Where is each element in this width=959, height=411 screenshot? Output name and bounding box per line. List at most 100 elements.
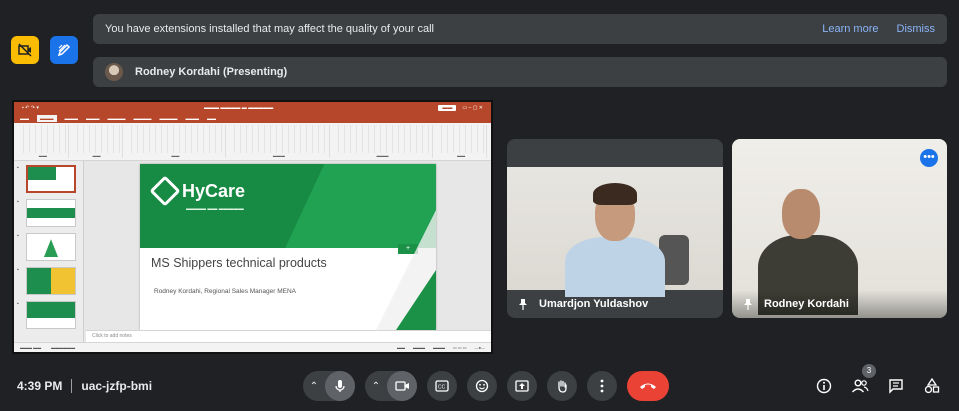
notes-pane[interactable]: Click to add notes: [86, 330, 491, 342]
learn-more-link[interactable]: Learn more: [822, 23, 878, 35]
participant-name: Rodney Kordahi: [764, 298, 849, 310]
participant-video: [507, 167, 723, 297]
quick-access-icons: ▪ ↶ ↷ ▾: [22, 105, 39, 111]
ribbon-tab: ▬▬▬▬: [159, 116, 178, 121]
meeting-info: 4:39 PM uac-jzfp-bmi: [17, 379, 152, 393]
microphone-button[interactable]: [325, 371, 355, 401]
svg-text:CC: CC: [438, 385, 446, 391]
powerpoint-titlebar: ▪ ↶ ↷ ▾ ▬▬▬ ▬▬▬▬ ▬ ▬▬▬▬▬ ▬▬ ▭ – ▢ ✕: [14, 102, 491, 114]
present-button[interactable]: [507, 371, 537, 401]
slide-thumbnail[interactable]: [26, 301, 76, 329]
meeting-time: 4:39 PM: [17, 379, 63, 393]
powerpoint-statusbar: ▬▬▬ ▬▬ ▬▬▬▬▬▬ ▬▬ ▬▬▬ ▬▬▬ ▭ ▭ ▭ —●—: [14, 342, 491, 352]
slide-thumbnail[interactable]: [26, 165, 76, 193]
current-slide[interactable]: HyCare ▬▬▬▬ ▬▬ ▬▬▬▬▬ + MS Shippers techn…: [140, 164, 436, 330]
ribbon-group: ▬▬▬: [332, 125, 434, 158]
ribbon-tab: ▬▬▬▬: [107, 116, 126, 121]
extension-warning-banner: You have extensions installed that may a…: [93, 14, 947, 44]
info-icon: [816, 378, 832, 394]
status-text-blur: ▬▬▬ ▬▬: [20, 345, 42, 350]
ribbon-group: ▬▬: [436, 125, 488, 158]
camera-options-chevron-up-icon[interactable]: ⌃: [365, 381, 387, 392]
microphone-control: ⌃: [303, 371, 355, 401]
raise-hand-button[interactable]: [547, 371, 577, 401]
camera-icon: [394, 381, 409, 391]
participant-name: Umardjon Yuldashov: [539, 298, 649, 310]
meeting-code[interactable]: uac-jzfp-bmi: [81, 379, 152, 393]
participant-tile[interactable]: ••• Rodney Kordahi: [732, 139, 947, 318]
camera-control: ⌃: [365, 371, 417, 401]
ribbon-tab: ▬▬: [20, 116, 29, 121]
activities-button[interactable]: [922, 376, 942, 396]
slide-thumbnail[interactable]: [26, 199, 76, 227]
camera-off-extension-icon[interactable]: [11, 36, 39, 64]
closed-captions-icon: CC: [435, 380, 449, 392]
reactions-button[interactable]: [467, 371, 497, 401]
more-vertical-icon: [600, 379, 604, 393]
camera-button[interactable]: [387, 371, 417, 401]
slide-author: Rodney Kordahi, Regional Sales Manager M…: [154, 288, 296, 295]
people-button[interactable]: 3: [850, 364, 876, 396]
more-options-button[interactable]: [587, 371, 617, 401]
slide-header-band: [140, 164, 436, 248]
side-panel-controls: 3: [814, 364, 942, 396]
document-title-blur: ▬▬▬ ▬▬▬▬ ▬ ▬▬▬▬▬: [204, 105, 274, 111]
slide-brand: HyCare: [182, 180, 246, 201]
sign-in-box: ▬▬: [438, 105, 457, 111]
hang-up-icon: [640, 383, 656, 389]
people-count-badge: 3: [862, 364, 876, 378]
ribbon-tab: ▬▬▬: [64, 116, 79, 121]
presenter-avatar: [105, 63, 123, 81]
ribbon-tab: ▬▬▬: [185, 116, 200, 121]
slide-thumbnails: ▪ ▪ ▪ ▪ ▪: [14, 161, 84, 342]
view-controls: ▬▬ ▬▬▬ ▬▬▬ ▭ ▭ ▭ —●—: [397, 345, 485, 350]
call-controls: ⌃ ⌃ CC: [303, 371, 669, 401]
ribbon-group: ▬▬: [18, 125, 69, 158]
emoji-icon: [475, 379, 489, 393]
chat-button[interactable]: [886, 376, 906, 396]
ribbon-tab-active: ▬▬▬: [37, 115, 57, 122]
hycare-logo-icon: [149, 175, 181, 207]
powerpoint-ribbon: ▬▬ ▬▬ ▬▬ ▬▬▬ ▬▬▬ ▬▬: [14, 123, 491, 161]
people-icon: [851, 379, 869, 393]
participant-tile[interactable]: Umardjon Yuldashov: [507, 139, 723, 318]
participant-head: [782, 189, 820, 239]
ribbon-group: ▬▬: [125, 125, 227, 158]
slide-thumbnail[interactable]: [26, 233, 76, 261]
pin-icon[interactable]: [742, 298, 754, 310]
divider: [71, 379, 73, 393]
participant-name-bar: Rodney Kordahi: [732, 290, 947, 318]
powerpoint-ribbon-tabs: ▬▬ ▬▬▬ ▬▬▬ ▬▬▬ ▬▬▬▬ ▬▬▬▬ ▬▬▬▬ ▬▬▬ ▬▬: [14, 114, 491, 123]
slide-heading: MS Shippers technical products: [151, 256, 327, 270]
participant-hair: [593, 183, 637, 205]
present-screen-icon: [515, 380, 529, 392]
meeting-details-button[interactable]: [814, 376, 834, 396]
participant-body: [565, 237, 665, 297]
mic-options-chevron-up-icon[interactable]: ⌃: [303, 381, 325, 392]
ribbon-group: ▬▬▬: [229, 125, 330, 158]
presenting-label: Rodney Kordahi (Presenting): [135, 66, 288, 78]
presenting-bar: Rodney Kordahi (Presenting): [93, 57, 947, 87]
more-options-icon[interactable]: •••: [920, 149, 938, 167]
ribbon-tab: ▬▬▬: [86, 116, 100, 121]
hand-icon: [558, 380, 567, 393]
hycare-logo: HyCare: [149, 175, 246, 207]
slide-tagline-blur: ▬▬▬▬ ▬▬ ▬▬▬▬▬: [186, 206, 244, 212]
participant-name-bar: Umardjon Yuldashov: [507, 290, 723, 318]
leave-call-button[interactable]: [627, 371, 669, 401]
captions-button[interactable]: CC: [427, 371, 457, 401]
ribbon-tab: ▬▬: [207, 116, 216, 121]
pin-icon[interactable]: [517, 298, 529, 310]
pen-extension-icon[interactable]: [50, 36, 78, 64]
chat-icon: [889, 379, 903, 394]
ribbon-tab: ▬▬▬▬: [133, 116, 152, 121]
powerpoint-workspace: ▪ ▪ ▪ ▪ ▪ HyCare ▬▬▬▬ ▬▬ ▬▬▬▬▬ + MS Ship…: [14, 161, 491, 342]
dismiss-button[interactable]: Dismiss: [897, 23, 936, 35]
ribbon-group: ▬▬: [71, 125, 123, 158]
banner-message: You have extensions installed that may a…: [105, 23, 434, 35]
window-controls: ▭ – ▢ ✕: [462, 105, 483, 111]
shared-screen[interactable]: ▪ ↶ ↷ ▾ ▬▬▬ ▬▬▬▬ ▬ ▬▬▬▬▬ ▬▬ ▭ – ▢ ✕ ▬▬ ▬…: [12, 100, 493, 354]
shapes-icon: [924, 378, 940, 394]
slide-thumbnail[interactable]: [26, 267, 76, 295]
extension-icons: [11, 36, 78, 64]
